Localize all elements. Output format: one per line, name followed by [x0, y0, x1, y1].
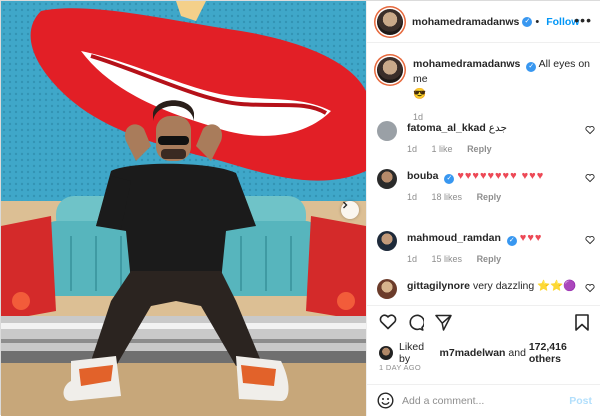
comment-text: ♥♥♥ [519, 232, 543, 244]
likes-prefix: Liked by [399, 341, 425, 365]
like-comment-heart-icon[interactable] [585, 173, 595, 183]
verified-badge-icon: ✓ [522, 16, 533, 27]
commenter-avatar[interactable] [377, 121, 397, 141]
liker-username[interactable]: m7madelwan [440, 347, 506, 359]
comment-likes[interactable]: 15 likes [432, 254, 463, 264]
reply-button[interactable]: Reply [467, 144, 492, 154]
liker-avatar[interactable] [379, 346, 393, 360]
verified-badge-icon: ✓ [506, 236, 517, 246]
caption-avatar[interactable] [377, 57, 403, 83]
reply-button[interactable]: Reply [477, 254, 502, 264]
comment-likes[interactable]: 1 like [432, 144, 453, 154]
next-image-button[interactable] [341, 201, 359, 219]
like-heart-icon[interactable] [379, 314, 397, 330]
smile-icon[interactable] [377, 392, 394, 409]
commenter-avatar[interactable] [377, 279, 397, 299]
author-username[interactable]: mohamedramadanws [412, 16, 519, 28]
post-comment-button[interactable]: Post [569, 395, 592, 407]
comment-username[interactable]: bouba [407, 170, 439, 182]
comment-input[interactable] [402, 394, 570, 407]
verified-badge-icon: ✓ [526, 62, 537, 72]
comment-item: fatoma_al_kkad جدع 1d 1 like Reply [377, 121, 595, 157]
comment-age: 1d [407, 144, 418, 154]
post-card: mohamedramadanws ✓ • Follow ••• mohamedr… [0, 0, 600, 416]
share-direct-icon[interactable] [435, 314, 452, 331]
likes-count-link[interactable]: 172,416 others [529, 341, 599, 365]
comment-bubble-icon[interactable] [407, 314, 424, 331]
caption-username[interactable]: mohamedramadanws [413, 58, 520, 70]
comment-username[interactable]: gittagilynore [407, 280, 470, 292]
commenter-avatar[interactable] [377, 169, 397, 189]
add-comment-bar: Post [367, 384, 600, 416]
comment-item: bouba ✓ ♥♥♥♥♥♥♥♥ ♥♥♥ 1d 18 likes Reply [377, 169, 595, 205]
post-timestamp[interactable]: 1 DAY AGO [379, 363, 421, 372]
likes-middle: and [508, 347, 526, 359]
comment-text: جدع [488, 122, 507, 134]
post-side-panel: mohamedramadanws ✓ • Follow ••• mohamedr… [366, 1, 600, 416]
post-photo[interactable] [1, 1, 366, 416]
comment-age: 1d [407, 254, 418, 264]
post-header: mohamedramadanws ✓ • Follow ••• [367, 1, 600, 43]
reply-button[interactable]: Reply [477, 192, 502, 202]
comment-username[interactable]: fatoma_al_kkad [407, 122, 486, 134]
comments-list[interactable]: mohamedramadanws ✓ All eyes on me 😎 1d f… [367, 43, 600, 305]
comment-text: very dazzling [472, 280, 535, 292]
like-comment-heart-icon[interactable] [585, 235, 595, 245]
caption-emoji: 😎 [413, 88, 427, 100]
likes-summary: Liked by m7madelwan and 172,416 others [379, 341, 599, 365]
comment-age: 1d [407, 192, 418, 202]
caption-row: mohamedramadanws ✓ All eyes on me 😎 1d [377, 57, 595, 125]
comment-emoji: ⭐⭐🟣 [537, 280, 577, 292]
more-options-icon[interactable]: ••• [574, 13, 592, 27]
comment-item: mahmoud_ramdan ✓ ♥♥♥ 1d 15 likes Reply [377, 231, 595, 267]
like-comment-heart-icon[interactable] [585, 283, 595, 293]
comment-username[interactable]: mahmoud_ramdan [407, 232, 501, 244]
save-bookmark-icon[interactable] [575, 314, 589, 331]
action-bar [367, 305, 600, 335]
separator-dot: • [535, 15, 540, 28]
commenter-avatar[interactable] [377, 231, 397, 251]
like-comment-heart-icon[interactable] [585, 125, 595, 135]
author-avatar[interactable] [377, 8, 403, 35]
comment-text: ♥♥♥♥♥♥♥♥ ♥♥♥ [457, 170, 545, 182]
comment-likes[interactable]: 18 likes [432, 192, 463, 202]
comment-item: gittagilynore very dazzling ⭐⭐🟣 [377, 279, 595, 299]
photo-artwork [1, 1, 366, 416]
chevron-right-icon [343, 201, 348, 209]
verified-badge-icon: ✓ [444, 174, 455, 184]
